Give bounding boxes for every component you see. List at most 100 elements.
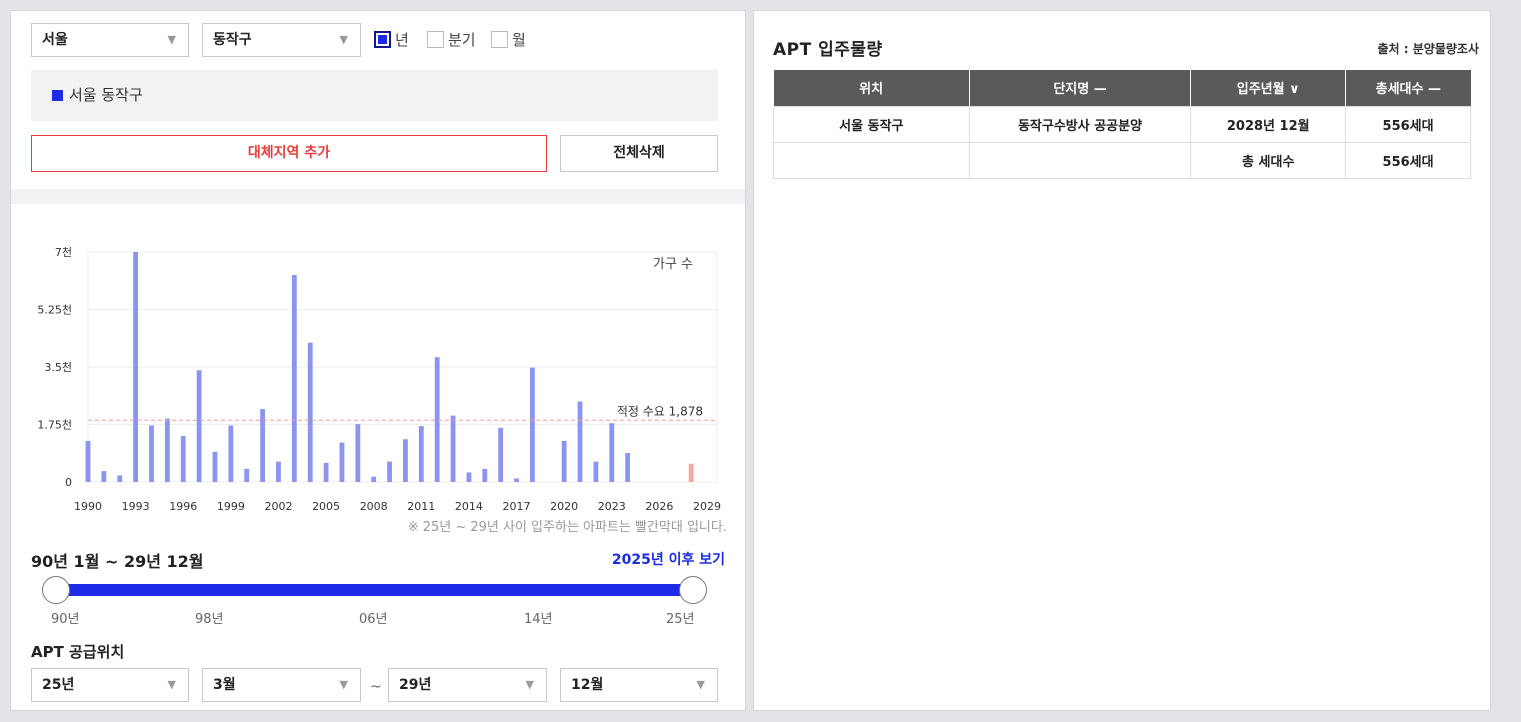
column-header-location: 위치 <box>773 70 970 106</box>
chevron-down-icon: ▼ <box>167 33 176 46</box>
bar <box>101 471 107 482</box>
from-year-value: 25년 <box>42 677 75 693</box>
table-row: 서울 동작구 동작구수방사 공공분양 2028년 12월 556세대 <box>773 105 1471 143</box>
district-select[interactable]: 동작구 ▼ <box>202 23 361 57</box>
apt-volume-title: APT 입주물량 <box>773 40 883 60</box>
range-slider-track[interactable] <box>55 584 693 596</box>
chevron-down-icon: ▼ <box>167 678 176 691</box>
bar <box>149 425 154 482</box>
bar <box>387 461 392 482</box>
delete-all-button[interactable]: 전체삭제 <box>560 135 718 172</box>
right-panel: APT 입주물량 출처 : 분양물량조사 위치 단지명 — 입주년월 ∨ 총세대… <box>753 10 1491 711</box>
bar <box>117 475 123 482</box>
y-tick-label: 1.75천 <box>37 418 72 432</box>
bar <box>577 401 583 482</box>
to-year-value: 29년 <box>399 677 432 693</box>
y-tick-label: 5.25천 <box>37 303 72 317</box>
x-tick-label: 1996 <box>169 500 197 513</box>
y-tick-label: 0 <box>65 476 72 489</box>
x-tick-label: 2002 <box>264 500 292 513</box>
column-header-complex[interactable]: 단지명 — <box>969 70 1192 106</box>
region-select[interactable]: 서울 ▼ <box>31 23 189 57</box>
legend-square-icon <box>52 90 63 101</box>
bar <box>180 436 186 482</box>
bar <box>371 476 377 482</box>
range-slider-end-handle[interactable] <box>679 576 707 604</box>
bar <box>418 426 424 482</box>
bar <box>307 342 313 482</box>
table-total-row: 총 세대수 556세대 <box>773 141 1471 179</box>
bar <box>482 468 488 482</box>
period-month-label: 월 <box>512 31 526 49</box>
reference-label: 적정 수요 1,878 <box>617 404 703 418</box>
x-tick-label: 2020 <box>550 500 578 513</box>
table-cell: 556세대 <box>1345 105 1471 143</box>
period-month-checkbox[interactable]: 월 <box>491 29 526 50</box>
supply-bar-chart: 0 1.75천 3.5천 5.25천 7천 1990 1993 1996 1999 2002 200… <box>37 245 721 513</box>
x-tick-label: 2029 <box>693 500 721 513</box>
table-cell <box>773 141 970 179</box>
checkbox-icon <box>427 31 444 48</box>
chevron-down-icon: ▼ <box>525 678 534 691</box>
from-month-select[interactable]: 3월 ▼ <box>202 668 361 702</box>
slider-label: 98년 <box>195 612 224 627</box>
table-cell: 총 세대수 <box>1190 141 1347 179</box>
table-cell: 동작구수방사 공공분양 <box>968 105 1192 143</box>
x-tick-label: 2023 <box>598 500 626 513</box>
selected-region-row: 서울 동작구 <box>31 70 718 121</box>
column-header-move-in[interactable]: 입주년월 ∨ <box>1190 70 1347 106</box>
from-year-select[interactable]: 25년 ▼ <box>31 668 189 702</box>
x-tick-label: 2011 <box>407 500 435 513</box>
chevron-down-icon: ▼ <box>339 678 348 691</box>
after-2025-link[interactable]: 2025년 이후 보기 <box>612 549 725 569</box>
bar <box>244 468 250 482</box>
table-cell <box>968 141 1192 179</box>
period-year-label: 년 <box>395 31 409 49</box>
district-select-value: 동작구 <box>213 32 252 48</box>
bar <box>228 425 234 482</box>
period-quarter-label: 분기 <box>448 31 476 49</box>
bar <box>212 451 218 482</box>
bar <box>514 478 519 482</box>
table-cell: 서울 동작구 <box>773 105 970 143</box>
x-tick-label: 1990 <box>74 500 102 513</box>
to-month-value: 12월 <box>571 677 604 693</box>
chevron-down-icon: ▼ <box>696 678 705 691</box>
checkbox-checked-icon <box>374 31 391 48</box>
bar <box>323 462 329 482</box>
y-tick-label: 3.5천 <box>44 360 72 374</box>
add-region-button[interactable]: 대체지역 추가 <box>31 135 547 172</box>
chevron-down-icon: ▼ <box>339 33 348 46</box>
bar <box>561 440 567 482</box>
bar <box>403 439 408 482</box>
bar <box>276 461 281 482</box>
to-year-select[interactable]: 29년 ▼ <box>388 668 547 702</box>
column-header-households[interactable]: 총세대수 — <box>1345 70 1471 106</box>
x-tick-label: 2026 <box>645 500 673 513</box>
bar <box>609 423 615 482</box>
x-tick-label: 2005 <box>312 500 340 513</box>
source-label: 출처 : 분양물량조사 <box>1377 42 1479 56</box>
bar <box>164 418 170 482</box>
bar <box>85 440 91 482</box>
bar <box>498 427 504 482</box>
bar <box>593 461 599 482</box>
bar <box>450 415 456 482</box>
series-label: 가구 수 <box>653 257 693 272</box>
period-year-checkbox[interactable]: 년 <box>374 29 409 50</box>
bar <box>466 472 472 482</box>
bar <box>688 463 694 482</box>
slider-label: 90년 <box>51 612 80 627</box>
from-month-value: 3월 <box>213 677 236 693</box>
region-select-value: 서울 <box>42 32 68 48</box>
supply-location-title: APT 공급위치 <box>31 643 125 661</box>
slider-label: 14년 <box>524 612 553 627</box>
slider-label: 25년 <box>666 612 695 627</box>
x-tick-label: 2014 <box>455 500 483 513</box>
x-tick-label: 2008 <box>360 500 388 513</box>
to-month-select[interactable]: 12월 ▼ <box>560 668 718 702</box>
period-quarter-checkbox[interactable]: 분기 <box>427 29 476 50</box>
x-tick-label: 2017 <box>503 500 531 513</box>
range-slider-start-handle[interactable] <box>42 576 70 604</box>
selected-region-label: 서울 동작구 <box>69 86 143 104</box>
